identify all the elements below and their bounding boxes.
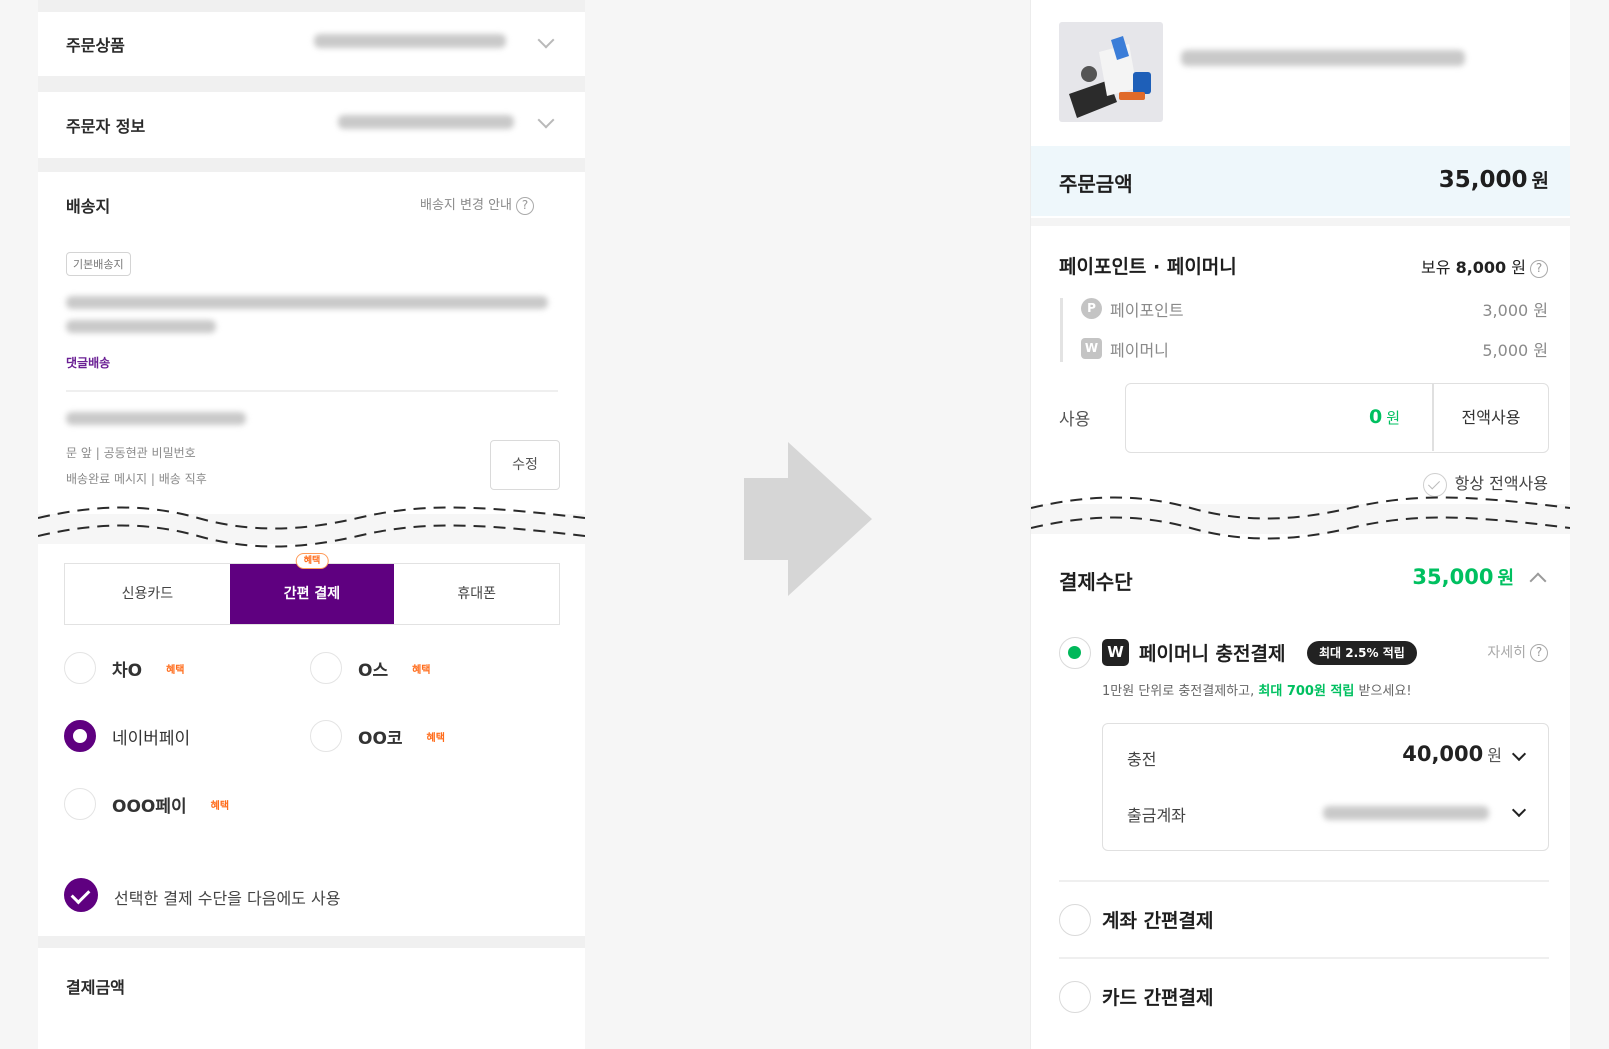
product-name-blurred xyxy=(1181,50,1465,66)
question-icon: ? xyxy=(1530,644,1548,662)
address-line-blurred xyxy=(66,296,548,309)
use-all-button[interactable]: 전액사용 xyxy=(1432,384,1550,451)
order-amount-label: 주문금액 xyxy=(1059,172,1133,196)
chevron-down-icon[interactable] xyxy=(537,111,555,129)
reward-pill: 최대 2.5% 적립 xyxy=(1307,641,1417,665)
easy-pay-option[interactable]: O스 혜택 xyxy=(310,652,431,684)
pay-point-value: 3,000 원 xyxy=(1482,301,1548,320)
tab-mobile-phone[interactable]: 휴대폰 xyxy=(394,564,560,624)
easy-pay-option[interactable]: OO코 혜택 xyxy=(310,720,445,752)
use-label: 사용 xyxy=(1059,410,1091,430)
easy-pay-option[interactable]: 차O 혜택 xyxy=(64,652,185,684)
radio-button-selected[interactable] xyxy=(64,720,96,752)
before-checkout-panel: 주문상품 주문자 정보 배송지 배송지 변경 안내? 기본배송지 댓글배송 문 … xyxy=(38,0,585,1049)
divider xyxy=(1059,880,1549,882)
question-icon: ? xyxy=(516,196,534,215)
shipping-section: 배송지 배송지 변경 안내? 기본배송지 댓글배송 문 앞 | 공동현관 비밀번… xyxy=(38,172,585,550)
pay-point-icon: P xyxy=(1081,298,1102,319)
radio-button-selected[interactable] xyxy=(1059,637,1091,669)
chevron-up-icon[interactable] xyxy=(1529,572,1547,590)
arrow-right-icon xyxy=(744,442,872,596)
withdraw-account-blurred[interactable] xyxy=(1323,806,1489,820)
section-gap xyxy=(1031,218,1570,226)
detail-link[interactable]: 자세히? xyxy=(1487,642,1548,662)
orderer-info-label: 주문자 정보 xyxy=(66,117,146,136)
order-items-label: 주문상품 xyxy=(66,36,125,55)
after-checkout-panel: 주문금액 35,000 원 페이포인트 · 페이머니 보유 8,000 원? P … xyxy=(1030,0,1570,1049)
pay-money-icon: W xyxy=(1102,639,1129,666)
easy-pay-option-naverpay[interactable]: 네이버페이 xyxy=(64,720,190,752)
orderer-info-row[interactable]: 주문자 정보 xyxy=(38,92,585,158)
tab-credit-card[interactable]: 신용카드 xyxy=(65,564,230,624)
point-use-value[interactable]: 0원 xyxy=(1369,406,1400,428)
radio-button[interactable] xyxy=(1059,904,1091,936)
tab-easy-pay-label: 간편 결제 xyxy=(283,586,341,602)
charge-label: 충전 xyxy=(1127,750,1157,769)
withdraw-account-label: 출금계좌 xyxy=(1127,806,1186,825)
address-line-blurred xyxy=(66,320,216,333)
chevron-down-icon[interactable] xyxy=(1511,802,1527,818)
paymoney-charge-description: 1만원 단위로 충전결제하고, 최대 700원 적립 받으세요! xyxy=(1102,684,1412,699)
points-holding: 보유 8,000 원? xyxy=(1421,254,1548,278)
radio-button[interactable] xyxy=(64,652,96,684)
radio-button[interactable] xyxy=(310,720,342,752)
paymoney-charge-label: 페이머니 충전결제 xyxy=(1139,643,1286,665)
easy-pay-option[interactable]: OOO페이 혜택 xyxy=(64,788,229,820)
radio-button[interactable] xyxy=(64,788,96,820)
section-cut-divider xyxy=(1031,496,1570,540)
radio-button[interactable] xyxy=(310,652,342,684)
order-amount-value: 35,000 원 xyxy=(1438,167,1549,193)
payment-amount-section: 결제금액 xyxy=(38,948,585,1049)
orderer-info-summary-blurred xyxy=(338,115,514,129)
charge-amount-select[interactable]: 40,000 원 xyxy=(1402,742,1502,766)
benefit-badge: 혜택 xyxy=(295,553,329,569)
points-title: 페이포인트 · 페이머니 xyxy=(1059,256,1237,278)
pay-money-value: 5,000 원 xyxy=(1482,341,1548,360)
delivery-request: 문 앞 | 공동현관 비밀번호 xyxy=(66,446,196,460)
account-easy-pay-label: 계좌 간편결제 xyxy=(1102,910,1214,932)
pay-money-icon: W xyxy=(1081,338,1102,359)
pay-money-label: 페이머니 xyxy=(1110,341,1169,360)
point-use-input[interactable]: 0원 전액사용 xyxy=(1125,383,1549,453)
card-easy-pay-label: 카드 간편결제 xyxy=(1102,987,1214,1009)
chevron-down-icon[interactable] xyxy=(1511,746,1527,762)
product-thumbnail xyxy=(1059,22,1163,122)
order-amount-row: 주문금액 35,000 원 xyxy=(1031,146,1570,216)
payment-method-amount: 35,000 원 xyxy=(1412,565,1514,589)
delivery-complete-message: 배송완료 메시지 | 배송 직후 xyxy=(66,472,207,486)
payment-method-tabs: 신용카드 혜택 간편 결제 휴대폰 xyxy=(64,553,560,625)
charge-settings-box: 충전 40,000 원 출금계좌 xyxy=(1102,723,1549,851)
radio-button[interactable] xyxy=(1059,981,1091,1013)
shipping-label: 배송지 xyxy=(66,197,111,216)
default-address-tag: 기본배송지 xyxy=(66,252,131,276)
payment-amount-label: 결제금액 xyxy=(66,978,125,997)
order-items-row[interactable]: 주문상품 xyxy=(38,12,585,76)
order-items-summary-blurred xyxy=(314,34,506,48)
divider xyxy=(66,390,558,392)
tab-easy-pay[interactable]: 혜택 간편 결제 xyxy=(229,553,395,624)
payment-method-title: 결제수단 xyxy=(1059,570,1133,594)
points-tree-line xyxy=(1060,298,1063,362)
recipient-blurred xyxy=(66,412,246,425)
delivery-type: 댓글배송 xyxy=(66,356,111,370)
pay-point-label: 페이포인트 xyxy=(1110,301,1184,320)
shipping-change-guide[interactable]: 배송지 변경 안내? xyxy=(420,194,534,215)
chevron-down-icon[interactable] xyxy=(537,31,555,49)
save-payment-method-label: 선택한 결제 수단을 다음에도 사용 xyxy=(114,889,341,908)
checkbox-checked-icon[interactable] xyxy=(64,878,98,912)
divider xyxy=(1059,957,1549,959)
edit-address-button[interactable]: 수정 xyxy=(490,440,560,490)
question-icon[interactable]: ? xyxy=(1530,259,1548,278)
